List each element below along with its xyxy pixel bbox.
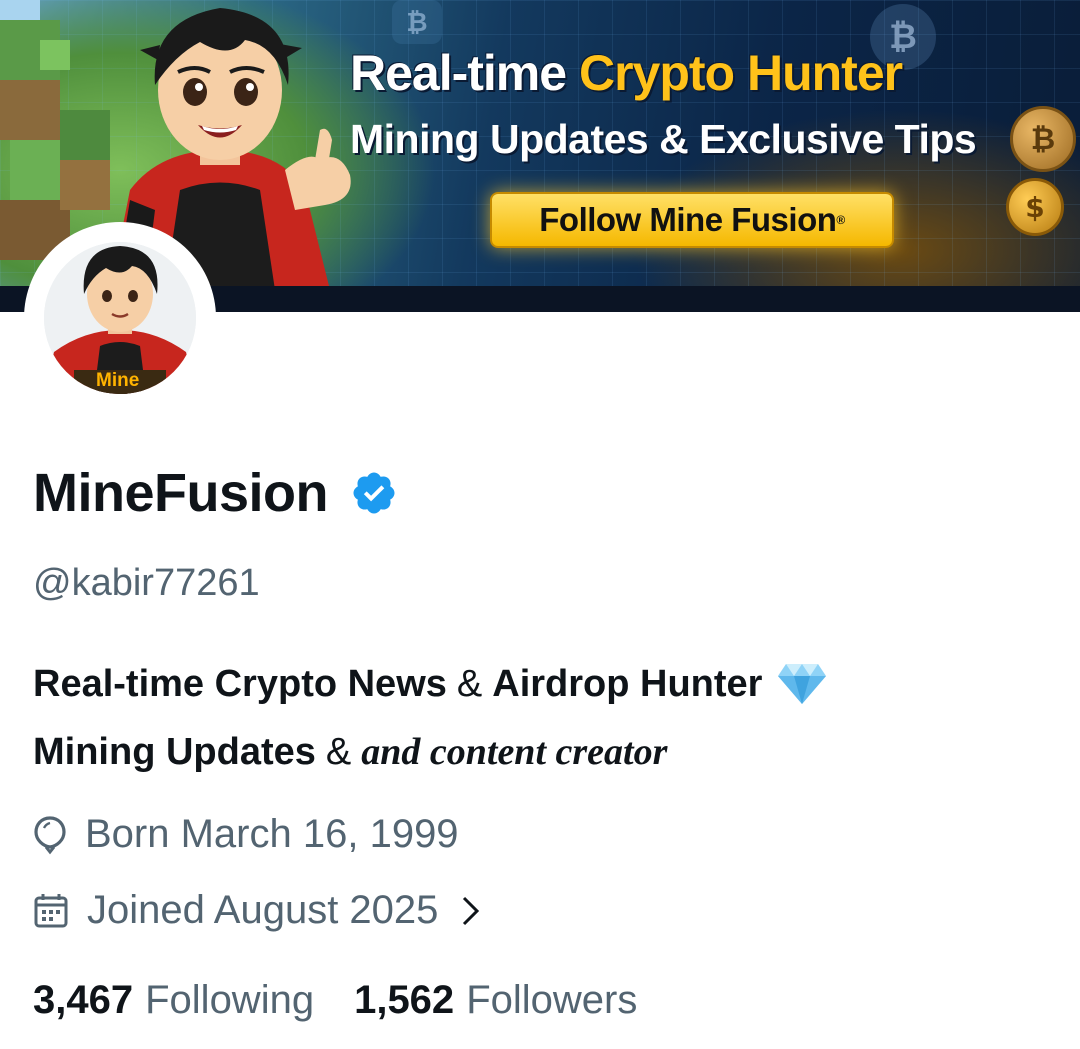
profile-bio: Real-time Crypto News & Airdrop Hunter M… bbox=[33, 650, 1053, 786]
followers-count: 1,562 bbox=[354, 978, 455, 1022]
following-count: 3,467 bbox=[33, 978, 134, 1022]
followers-link[interactable]: 1,562 Followers bbox=[354, 978, 637, 1023]
bio-text: Mining Updates bbox=[33, 731, 316, 773]
bio-text: Real-time Crypto News bbox=[33, 663, 447, 705]
banner-cta-trademark: ® bbox=[836, 213, 845, 227]
avatar[interactable]: Mine bbox=[24, 222, 216, 414]
banner-headline-part2: Crypto Hunter bbox=[578, 45, 903, 101]
verified-badge-icon[interactable] bbox=[350, 469, 398, 517]
followers-label: Followers bbox=[466, 978, 638, 1022]
birthday-row: Born March 16, 1999 bbox=[33, 812, 459, 857]
crypto-watermark-icon: ₿ bbox=[392, 0, 442, 44]
bio-ampersand: & bbox=[325, 731, 352, 773]
chevron-right-icon[interactable] bbox=[460, 894, 482, 928]
dollar-coin-icon: $ bbox=[1006, 178, 1064, 236]
calendar-icon bbox=[34, 893, 68, 927]
banner-subheadline: Mining Updates & Exclusive Tips bbox=[350, 116, 977, 162]
bio-ampersand: & bbox=[456, 663, 483, 705]
joined-row[interactable]: Joined August 2025 bbox=[33, 888, 500, 933]
profile-name-row: MineFusion bbox=[33, 462, 398, 524]
following-label: Following bbox=[145, 978, 315, 1022]
banner-headline: Real-time Crypto Hunter bbox=[350, 44, 903, 102]
bio-text: Airdrop Hunter bbox=[492, 663, 763, 705]
bitcoin-coin-icon: ₿ bbox=[1010, 106, 1076, 172]
banner-follow-cta-label: Follow Mine Fusion bbox=[539, 201, 837, 238]
gem-icon bbox=[778, 664, 827, 704]
avatar-logo-text: Mine bbox=[96, 370, 140, 391]
banner-headline-part1: Real-time bbox=[350, 45, 567, 101]
profile-handle: @kabir77261 bbox=[33, 562, 260, 604]
banner-follow-cta: Follow Mine Fusion ® bbox=[490, 192, 894, 248]
avatar-image: Mine bbox=[44, 242, 196, 394]
balloon-icon bbox=[34, 815, 66, 854]
following-link[interactable]: 3,467 Following bbox=[33, 978, 314, 1023]
joined-text: Joined August 2025 bbox=[87, 888, 439, 932]
bio-line-1: Real-time Crypto News & Airdrop Hunter bbox=[33, 650, 1053, 718]
display-name: MineFusion bbox=[33, 463, 328, 523]
bio-text: and content creator bbox=[361, 731, 668, 773]
bio-line-2: Mining Updates & and content creator bbox=[33, 718, 1053, 786]
birthday-text: Born March 16, 1999 bbox=[85, 812, 459, 856]
follow-stats: 3,467 Following 1,562 Followers bbox=[33, 978, 637, 1023]
